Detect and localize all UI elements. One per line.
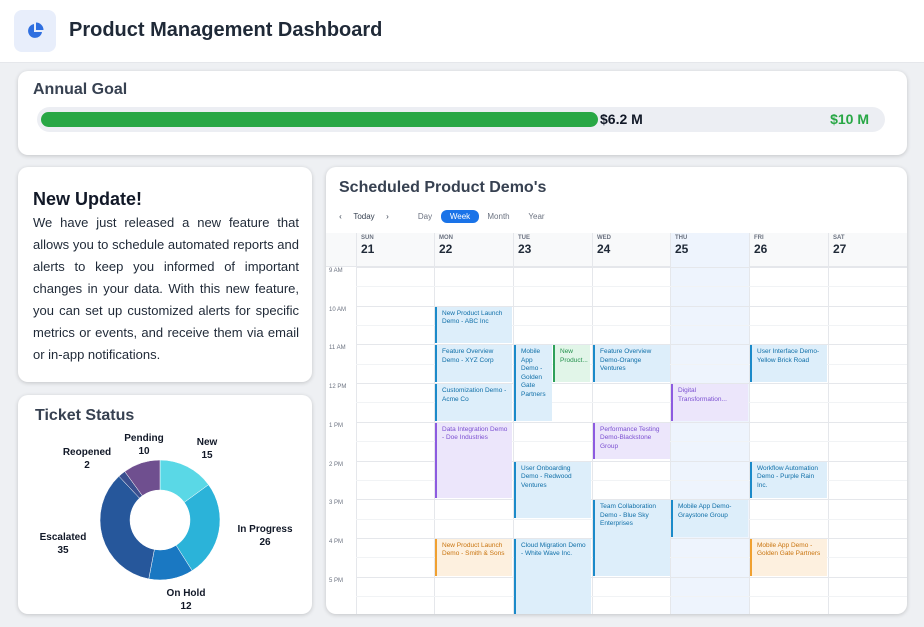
calendar-event[interactable]: New Product Launch Demo - ABC Inc	[435, 306, 512, 344]
hour-gridline	[356, 576, 907, 578]
annual-goal-current-value: $6.2 M	[600, 111, 643, 127]
annual-goal-progress-bar	[37, 107, 885, 132]
calendar-event[interactable]: Feature Overview Demo-Orange Ventures	[593, 345, 670, 383]
hour-label: 9 AM	[329, 268, 343, 274]
hour-label: 4 PM	[329, 538, 344, 545]
day-name: TUE	[518, 235, 530, 241]
scheduled-demos-card: Scheduled Product Demo's ‹ Today › Day We…	[326, 167, 907, 614]
calendar-event[interactable]: New Product Launch Demo - Smith & Sons	[435, 538, 512, 576]
new-update-card: New Update! We have just released a new …	[18, 167, 312, 382]
scheduled-demos-title: Scheduled Product Demo's	[339, 179, 547, 196]
hour-label: 2 PM	[329, 461, 344, 468]
calendar-event[interactable]: New Product...	[553, 345, 590, 383]
update-title: New Update!	[33, 189, 143, 209]
hour-label: 11 AM	[329, 345, 346, 352]
hour-label: 10 AM	[329, 306, 347, 313]
calendar-event[interactable]: Mobile App Demo - Golden Gate Partners	[514, 345, 552, 421]
ticket-status-card: Ticket Status New 15 In Progress 26 On Hold 1…	[18, 395, 312, 614]
day-name: SUN	[361, 235, 374, 241]
half-hour-gridline	[356, 595, 907, 597]
day-name: MON	[439, 235, 453, 241]
donut-label-in-progress: In Progress 26	[236, 523, 294, 549]
donut-label-new: New 15	[178, 436, 236, 462]
view-tab-month[interactable]: Month	[483, 210, 514, 223]
view-tab-week[interactable]: Week	[441, 210, 479, 223]
donut-label-value: 10	[138, 446, 150, 457]
calendar-event[interactable]: Digital Transformation...	[671, 384, 748, 421]
ticket-status-donut-chart	[99, 459, 221, 581]
donut-label-name: Pending	[124, 433, 164, 444]
donut-label-pending: Pending 10	[115, 432, 173, 458]
donut-label-on-hold: On Hold 12	[157, 587, 215, 613]
donut-label-name: Reopened	[62, 447, 112, 458]
top-bar: Product Management Dashboard	[0, 0, 924, 63]
calendar-event[interactable]: User Interface Demo-Yellow Brick Road	[750, 345, 827, 383]
annual-goal-title: Annual Goal	[33, 81, 128, 98]
day-number[interactable]: 21	[361, 242, 374, 256]
hour-gridline	[356, 267, 907, 268]
pie-chart-icon[interactable]	[14, 10, 56, 52]
donut-label-value: 2	[84, 460, 90, 471]
donut-label-reopened: Reopened 2	[58, 446, 116, 472]
annual-goal-card: Annual Goal $6.2 M $10 M	[18, 71, 907, 155]
calendar-event[interactable]: Mobile App Demo - Golden Gate Partners	[750, 538, 827, 576]
day-number[interactable]: 24	[597, 242, 610, 256]
calendar-prev-button[interactable]: ‹	[334, 210, 347, 223]
day-number[interactable]: 22	[439, 242, 452, 256]
donut-label-value: 12	[180, 601, 192, 612]
half-hour-gridline	[356, 286, 907, 288]
calendar-event[interactable]: Data Integration Demo - Doe Industries	[435, 422, 512, 499]
day-name: THU	[675, 235, 688, 241]
hour-label: 5 PM	[329, 577, 344, 584]
day-number[interactable]: 26	[754, 242, 767, 256]
hour-label: 3 PM	[329, 500, 344, 507]
calendar-today-button[interactable]: Today	[350, 210, 378, 223]
calendar-event[interactable]: Team Collaboration Demo - Blue Sky Enter…	[593, 500, 670, 576]
view-tab-day[interactable]: Day	[414, 210, 436, 223]
donut-label-escalated: Escalated 35	[34, 531, 92, 557]
calendar-event[interactable]: User Onboarding Demo - Redwood Ventures	[514, 461, 591, 518]
page-title: Product Management Dashboard	[69, 19, 383, 41]
calendar-next-button[interactable]: ›	[381, 210, 394, 223]
week-calendar: SUN 21 MON 22 TUE 23 WED 24 THU 25 FRI 26 SAT 27 9 AM 1…	[326, 233, 907, 614]
calendar-event[interactable]: Workflow Automation Demo - Purple Rain I…	[750, 461, 827, 499]
day-name: WED	[597, 235, 611, 241]
update-body: We have just released a new feature that…	[33, 215, 299, 362]
day-number[interactable]: 27	[833, 242, 846, 256]
calendar-event[interactable]: Feature Overview Demo - XYZ Corp	[435, 345, 512, 383]
day-name: FRI	[754, 235, 764, 241]
donut-label-name: New	[196, 437, 218, 448]
donut-label-name: On Hold	[166, 588, 206, 599]
annual-goal-progress-fill	[41, 112, 598, 127]
calendar-event[interactable]: Customization Demo - Acme Co	[435, 384, 512, 421]
donut-label-name: Escalated	[39, 532, 87, 543]
calendar-event[interactable]: Performance Testing Demo-Blackstone Grou…	[593, 422, 670, 460]
day-number[interactable]: 25	[675, 242, 688, 256]
donut-label-value: 15	[201, 450, 213, 461]
hour-label: 12 PM	[329, 384, 347, 391]
view-tab-year[interactable]: Year	[525, 210, 548, 223]
donut-label-value: 26	[259, 537, 271, 548]
annual-goal-target-value: $10 M	[830, 111, 869, 127]
day-number[interactable]: 23	[518, 242, 531, 256]
donut-label-value: 35	[57, 545, 69, 556]
hour-label: 1 PM	[329, 422, 344, 429]
calendar-event[interactable]: Cloud Migration Demo - White Wave Inc.	[514, 538, 591, 614]
donut-label-name: In Progress	[237, 524, 293, 535]
day-name: SAT	[833, 235, 845, 241]
calendar-event[interactable]: Mobile App Demo-Graystone Group	[671, 500, 748, 537]
